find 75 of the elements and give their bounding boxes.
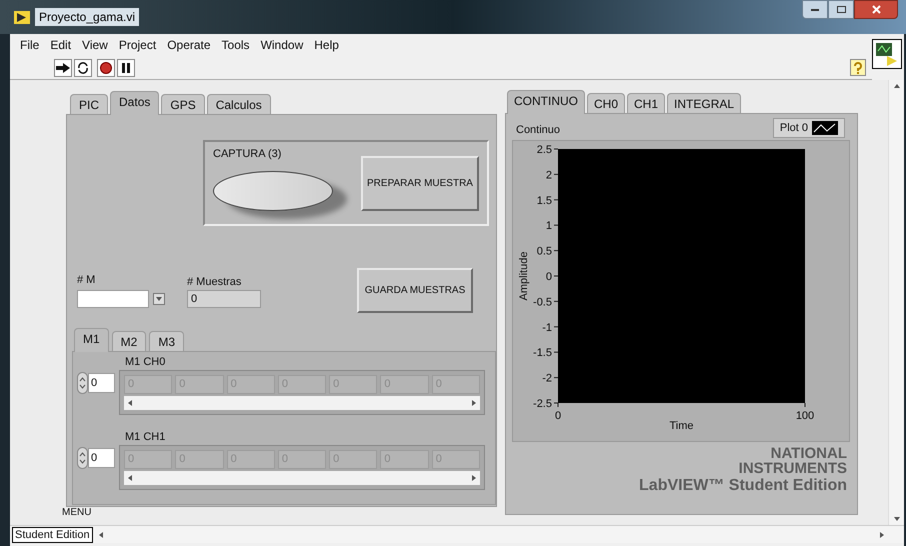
close-button[interactable] (854, 0, 898, 19)
stop-icon[interactable] (97, 58, 115, 76)
y-tick: -1 (542, 322, 558, 334)
pause-icon[interactable] (117, 58, 135, 76)
horizontal-scrollbar[interactable] (124, 471, 480, 485)
index-field[interactable]: 0 (88, 448, 115, 468)
tab[interactable]: Calculos (206, 94, 271, 114)
right-arrow-icon[interactable] (472, 400, 476, 406)
y-axis-label: Amplitude (518, 252, 530, 300)
spinner-icon[interactable] (77, 372, 88, 394)
legend-label: Plot 0 (780, 120, 808, 136)
tab[interactable]: M2 (112, 331, 146, 351)
y-tick: -1.5 (533, 347, 558, 360)
field-label: # Muestras (187, 275, 242, 288)
tab[interactable]: CH1 (627, 93, 666, 113)
left-arrow-icon[interactable] (128, 400, 132, 406)
tab[interactable]: M3 (149, 331, 184, 351)
tab[interactable]: GPS (161, 94, 205, 114)
captura-label: CAPTURA (3) (213, 147, 282, 162)
tab[interactable]: INTEGRAL (667, 93, 742, 113)
y-tick: 2 (546, 169, 558, 182)
close-icon (872, 5, 880, 14)
minimize-button[interactable] (802, 0, 828, 19)
menu-item[interactable]: Help (314, 36, 339, 54)
tab[interactable]: PIC (70, 94, 108, 114)
graph-title: Continuo (516, 122, 560, 138)
spinner-icon[interactable] (77, 447, 88, 469)
y-tick: 2.5 (536, 144, 558, 156)
menu-item[interactable]: File (20, 36, 40, 54)
array-label: M1 CH0 (125, 355, 166, 370)
vertical-scrollbar[interactable] (888, 80, 904, 525)
right-arrow-icon[interactable] (472, 475, 476, 481)
m-dropdown-field[interactable] (77, 290, 149, 308)
app-icon (14, 10, 30, 24)
tab[interactable]: Datos (110, 91, 160, 115)
y-tick: 1.5 (536, 194, 558, 207)
tab[interactable]: CH0 (587, 93, 626, 113)
menu-item[interactable]: Operate (167, 36, 211, 54)
menu-label: MENU (62, 507, 92, 519)
y-tick: 0.5 (536, 246, 558, 258)
menu-item[interactable]: Project (118, 36, 156, 54)
menu-item[interactable]: Edit (50, 36, 72, 54)
y-tick: 0 (546, 271, 558, 283)
brand-text: NATIONAL (770, 446, 847, 461)
menu-item[interactable]: Window (260, 36, 304, 54)
muestras-field: 0 (187, 290, 261, 308)
action-button[interactable]: GUARDA MUESTRAS (357, 268, 473, 313)
x-axis-label: Time (669, 420, 694, 432)
tab[interactable]: CONTINUO (507, 90, 585, 114)
y-tick: 1 (546, 220, 558, 232)
y-tick: -0.5 (533, 296, 558, 308)
index-field[interactable]: 0 (88, 373, 115, 393)
y-tick: -2 (542, 372, 558, 385)
run-continuous-icon[interactable] (74, 58, 92, 76)
vi-connector-icon (872, 39, 902, 69)
tab[interactable]: M1 (74, 328, 109, 352)
left-arrow-icon[interactable] (98, 532, 103, 538)
right-arrow-icon[interactable] (880, 532, 884, 538)
array-label: M1 CH1 (125, 430, 166, 445)
status-label: Student Edition (12, 526, 93, 542)
menu-item[interactable]: Tools (222, 36, 250, 54)
product-text: LabVIEW™ Student Edition (639, 476, 847, 496)
up-arrow-icon[interactable] (894, 84, 900, 88)
action-button[interactable]: PREPARAR MUESTRA (361, 156, 479, 210)
left-arrow-icon[interactable] (128, 475, 132, 481)
x-tick: 100 (796, 402, 814, 422)
down-arrow-icon[interactable] (894, 517, 900, 521)
menu-item[interactable]: View (82, 36, 108, 54)
line-sample-icon (812, 121, 838, 135)
help-icon[interactable] (850, 59, 866, 76)
field-label: # M (77, 273, 96, 286)
window-title: Proyecto_gama.vi (35, 8, 140, 26)
brand-text: INSTRUMENTS (738, 461, 847, 476)
maximize-button[interactable] (828, 0, 854, 19)
horizontal-scrollbar[interactable] (124, 396, 480, 410)
